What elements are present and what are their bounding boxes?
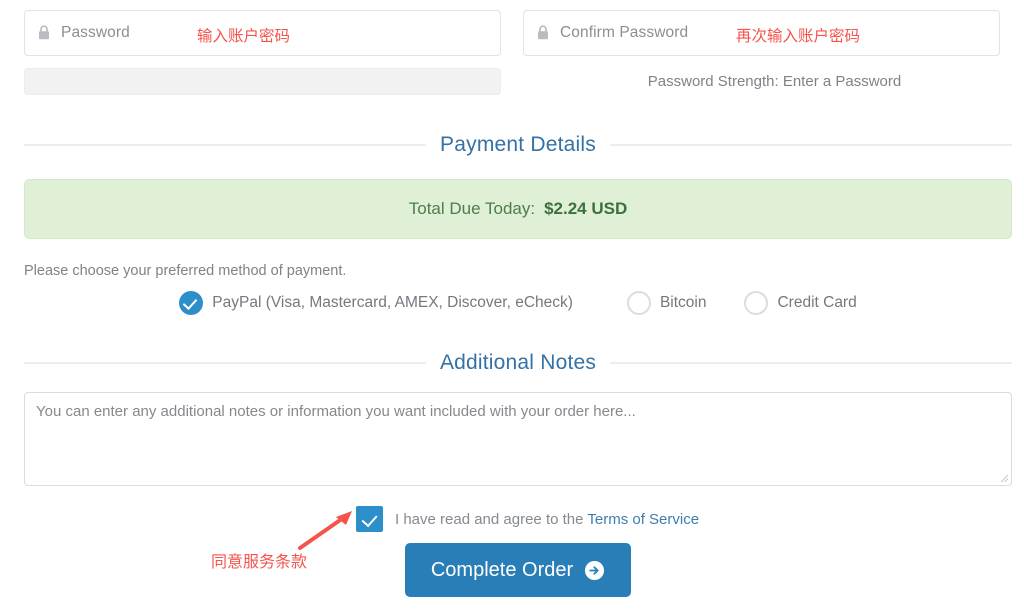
password-input[interactable]: Password 输入账户密码 <box>24 10 501 56</box>
payment-method-instruction: Please choose your preferred method of p… <box>24 263 347 279</box>
password-strength-label: Password Strength: Enter a Password <box>647 73 902 90</box>
legend-rule-left <box>24 144 427 146</box>
payment-method-options: PayPal (Visa, Mastercard, AMEX, Discover… <box>24 291 1012 315</box>
radio-credit-card[interactable] <box>744 291 769 315</box>
legend-rule-right <box>610 362 1013 364</box>
order-checkout-page: Password 输入账户密码 Confirm Password 再次输入账户密… <box>0 0 1024 616</box>
lock-icon <box>39 25 49 40</box>
password-placeholder: Password <box>61 24 130 41</box>
terms-agreement-row: I have read and agree to the Terms of Se… <box>356 506 699 532</box>
confirm-password-input[interactable]: Confirm Password 再次输入账户密码 <box>523 10 1000 56</box>
password-annotation-cn: 输入账户密码 <box>197 28 291 45</box>
password-strength-bar <box>24 68 501 95</box>
payment-details-title: Payment Details <box>440 133 596 156</box>
confirm-password-placeholder: Confirm Password <box>560 24 689 41</box>
payment-option-credit-card-label: Credit Card <box>777 294 857 311</box>
payment-option-bitcoin-label: Bitcoin <box>659 294 707 311</box>
complete-order-label: Complete Order <box>430 558 574 581</box>
terms-text-prefix: I have read and agree to the <box>395 510 588 528</box>
additional-notes-title: Additional Notes <box>439 351 597 374</box>
terms-checkbox[interactable] <box>356 506 383 532</box>
complete-order-button[interactable]: Complete Order <box>405 543 631 597</box>
total-due-label: Total Due Today: <box>408 199 536 218</box>
annotation-arrow-icon <box>298 511 352 550</box>
payment-details-legend: Payment Details <box>24 133 1012 157</box>
legend-rule-left <box>24 362 426 364</box>
terms-annotation-cn: 同意服务条款 <box>211 554 308 571</box>
total-due-banner: Total Due Today: $2.24 USD <box>24 179 1012 239</box>
legend-rule-right <box>609 144 1012 146</box>
arrow-circle-right-icon <box>585 560 605 580</box>
radio-bitcoin[interactable] <box>626 291 651 315</box>
terms-of-service-link[interactable]: Terms of Service <box>587 511 699 528</box>
payment-option-credit-card[interactable]: Credit Card <box>744 291 857 315</box>
total-due-amount: $2.24 USD <box>544 199 628 218</box>
additional-notes-textarea[interactable]: You can enter any additional notes or in… <box>24 392 1012 486</box>
resize-handle-icon[interactable] <box>997 471 1009 483</box>
payment-option-paypal-label: PayPal (Visa, Mastercard, AMEX, Discover… <box>212 294 573 311</box>
payment-option-paypal[interactable]: PayPal (Visa, Mastercard, AMEX, Discover… <box>179 291 573 315</box>
additional-notes-placeholder: You can enter any additional notes or in… <box>36 403 636 420</box>
terms-text: I have read and agree to the Terms of Se… <box>395 511 699 528</box>
lock-icon <box>538 25 548 40</box>
password-fields-row: Password 输入账户密码 Confirm Password 再次输入账户密… <box>24 10 1000 56</box>
confirm-password-annotation-cn: 再次输入账户密码 <box>736 28 861 45</box>
payment-option-bitcoin[interactable]: Bitcoin <box>626 291 707 315</box>
radio-paypal[interactable] <box>179 291 204 315</box>
additional-notes-legend: Additional Notes <box>24 351 1013 375</box>
